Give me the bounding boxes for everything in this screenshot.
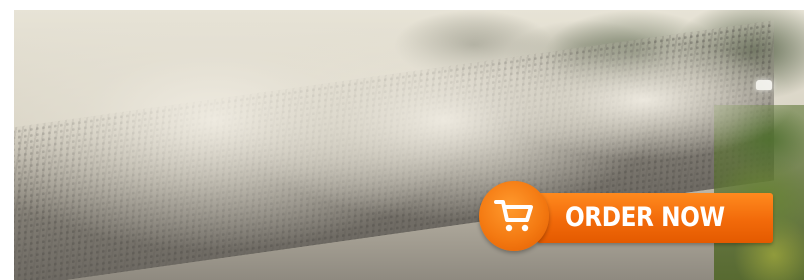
order-now-button[interactable]: ORDER NOW — [479, 181, 777, 253]
order-banner: ORDER NOW — [0, 0, 804, 280]
shopping-cart-icon — [494, 200, 533, 232]
cart-badge[interactable] — [479, 181, 549, 251]
dust-cloud — [494, 40, 794, 160]
order-now-label[interactable]: ORDER NOW — [565, 193, 725, 243]
